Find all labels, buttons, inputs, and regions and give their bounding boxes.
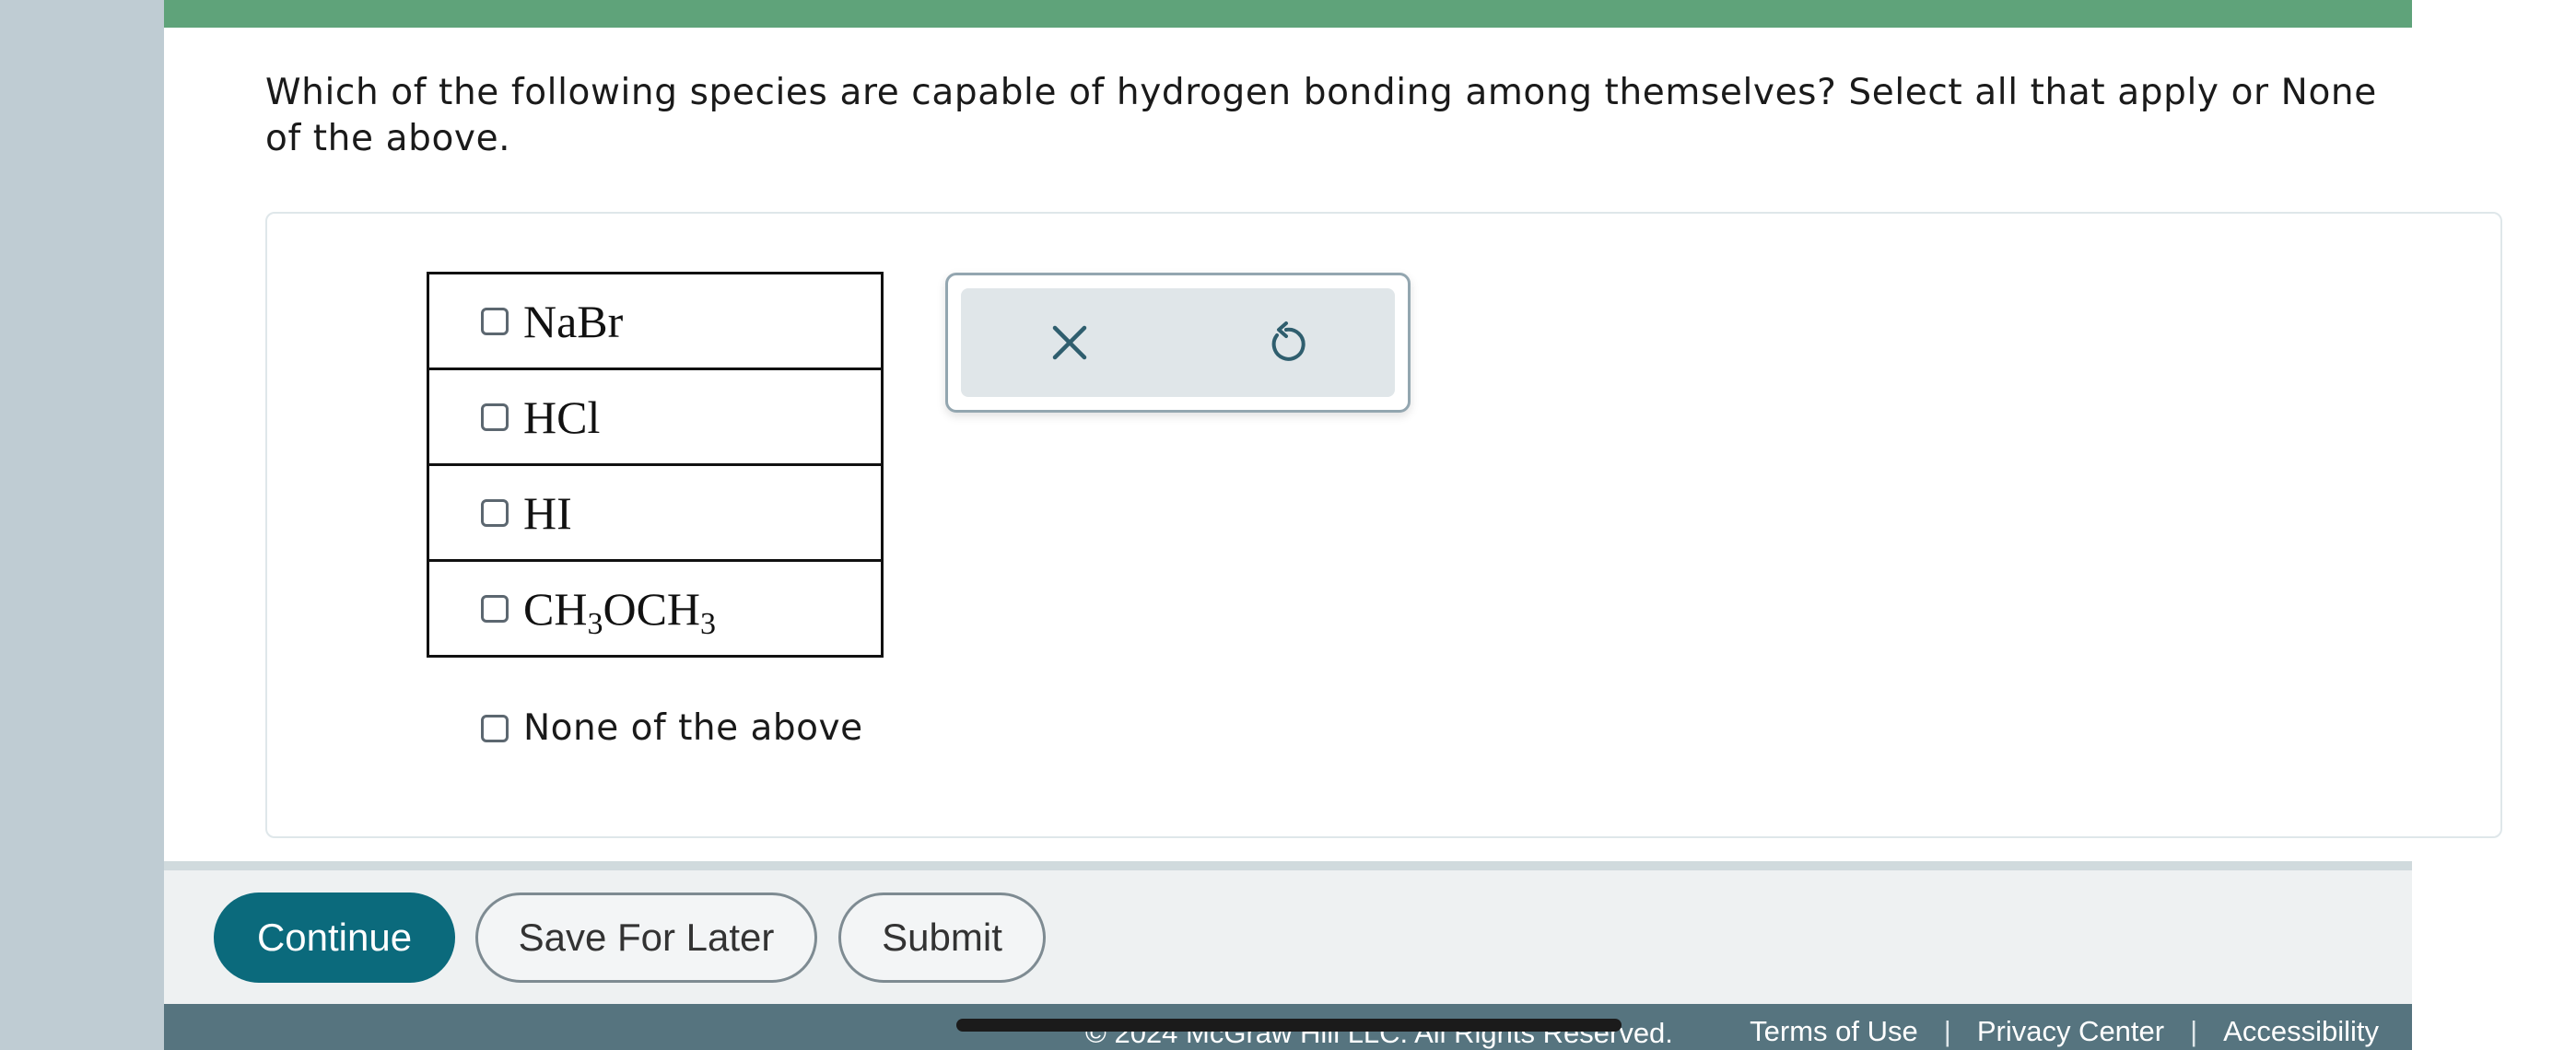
choice-formula: HI <box>523 486 572 539</box>
question-text: Which of the following species are capab… <box>265 72 2377 159</box>
left-gutter <box>0 0 164 1050</box>
home-indicator <box>956 1019 1622 1032</box>
choice-checkbox[interactable] <box>481 498 509 527</box>
choice-checkbox[interactable] <box>481 307 509 335</box>
top-accent-bar <box>164 0 2412 28</box>
undo-icon <box>1271 321 1306 361</box>
choice-formula: NaBr <box>523 295 624 347</box>
choice-checkbox[interactable] <box>481 594 509 623</box>
choices-table: NaBr HCl HI CH3OCH3 <box>427 272 884 658</box>
choice-row[interactable]: NaBr <box>427 272 884 370</box>
accessibility-link[interactable]: Accessibility <box>2223 1015 2379 1048</box>
none-of-the-above-option[interactable]: None of the above <box>481 707 863 749</box>
continue-button[interactable]: Continue <box>214 892 455 983</box>
reset-answer-button[interactable] <box>1249 306 1323 379</box>
footer-links: Terms of Use | Privacy Center | Accessib… <box>1750 1015 2379 1048</box>
choice-row[interactable]: HI <box>427 463 884 562</box>
choice-row[interactable]: HCl <box>427 368 884 466</box>
choice-row[interactable]: CH3OCH3 <box>427 559 884 658</box>
terms-of-use-link[interactable]: Terms of Use <box>1750 1015 1918 1048</box>
action-bar-divider <box>164 861 2412 870</box>
answer-tools-panel <box>945 273 1411 413</box>
save-for-later-button[interactable]: Save For Later <box>475 892 817 983</box>
choice-formula: HCl <box>523 391 601 443</box>
none-checkbox[interactable] <box>481 714 509 742</box>
none-label: None of the above <box>523 707 863 749</box>
choice-checkbox[interactable] <box>481 402 509 431</box>
footer-separator: | <box>2190 1015 2198 1047</box>
privacy-center-link[interactable]: Privacy Center <box>1977 1015 2164 1048</box>
choice-formula: CH3OCH3 <box>523 582 717 641</box>
submit-button[interactable]: Submit <box>838 892 1046 983</box>
close-icon <box>1052 325 1086 360</box>
footer-separator: | <box>1943 1015 1951 1047</box>
clear-answer-button[interactable] <box>1033 306 1107 379</box>
